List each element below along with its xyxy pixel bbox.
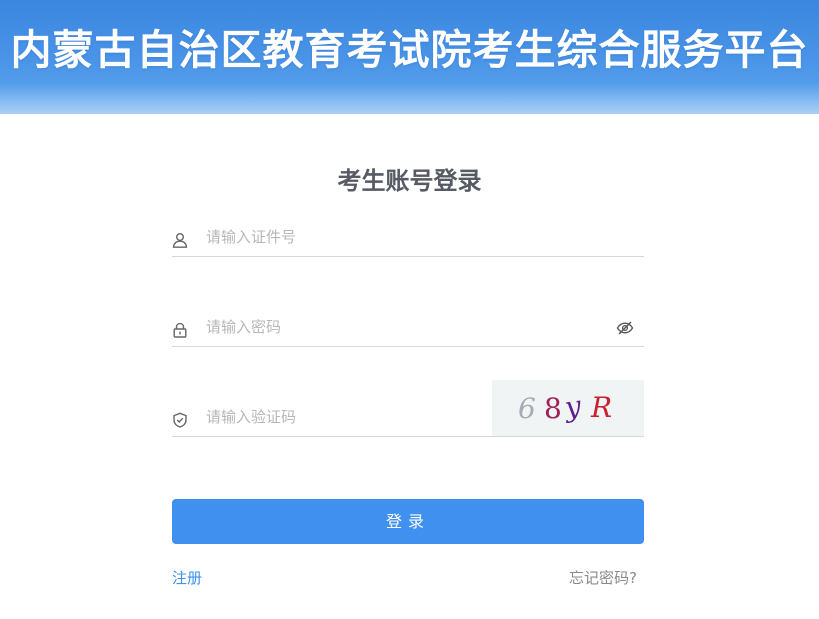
header-banner: 内蒙古自治区教育考试院考生综合服务平台	[0, 0, 819, 114]
captcha-image[interactable]: 6 8 y R	[492, 380, 644, 436]
captcha-char: y	[562, 389, 584, 424]
forgot-password-link[interactable]: 忘记密码?	[569, 568, 637, 588]
platform-title: 内蒙古自治区教育考试院考生综合服务平台	[10, 26, 809, 74]
captcha-char: R	[591, 391, 613, 424]
id-number-field	[172, 212, 644, 257]
shield-icon	[172, 412, 188, 428]
lock-icon	[172, 322, 188, 338]
login-button[interactable]: 登录	[172, 499, 644, 544]
id-number-input[interactable]	[206, 225, 604, 249]
captcha-input[interactable]	[206, 405, 484, 429]
captcha-char: 6	[518, 392, 536, 425]
captcha-field: 6 8 y R	[172, 380, 644, 437]
login-title: 考生账号登录	[337, 167, 482, 195]
captcha-char: 8	[544, 392, 562, 425]
password-input[interactable]	[206, 315, 604, 339]
password-field	[172, 302, 644, 347]
eye-off-icon[interactable]	[616, 320, 634, 336]
user-icon	[172, 232, 188, 248]
register-link[interactable]: 注册	[172, 568, 202, 588]
